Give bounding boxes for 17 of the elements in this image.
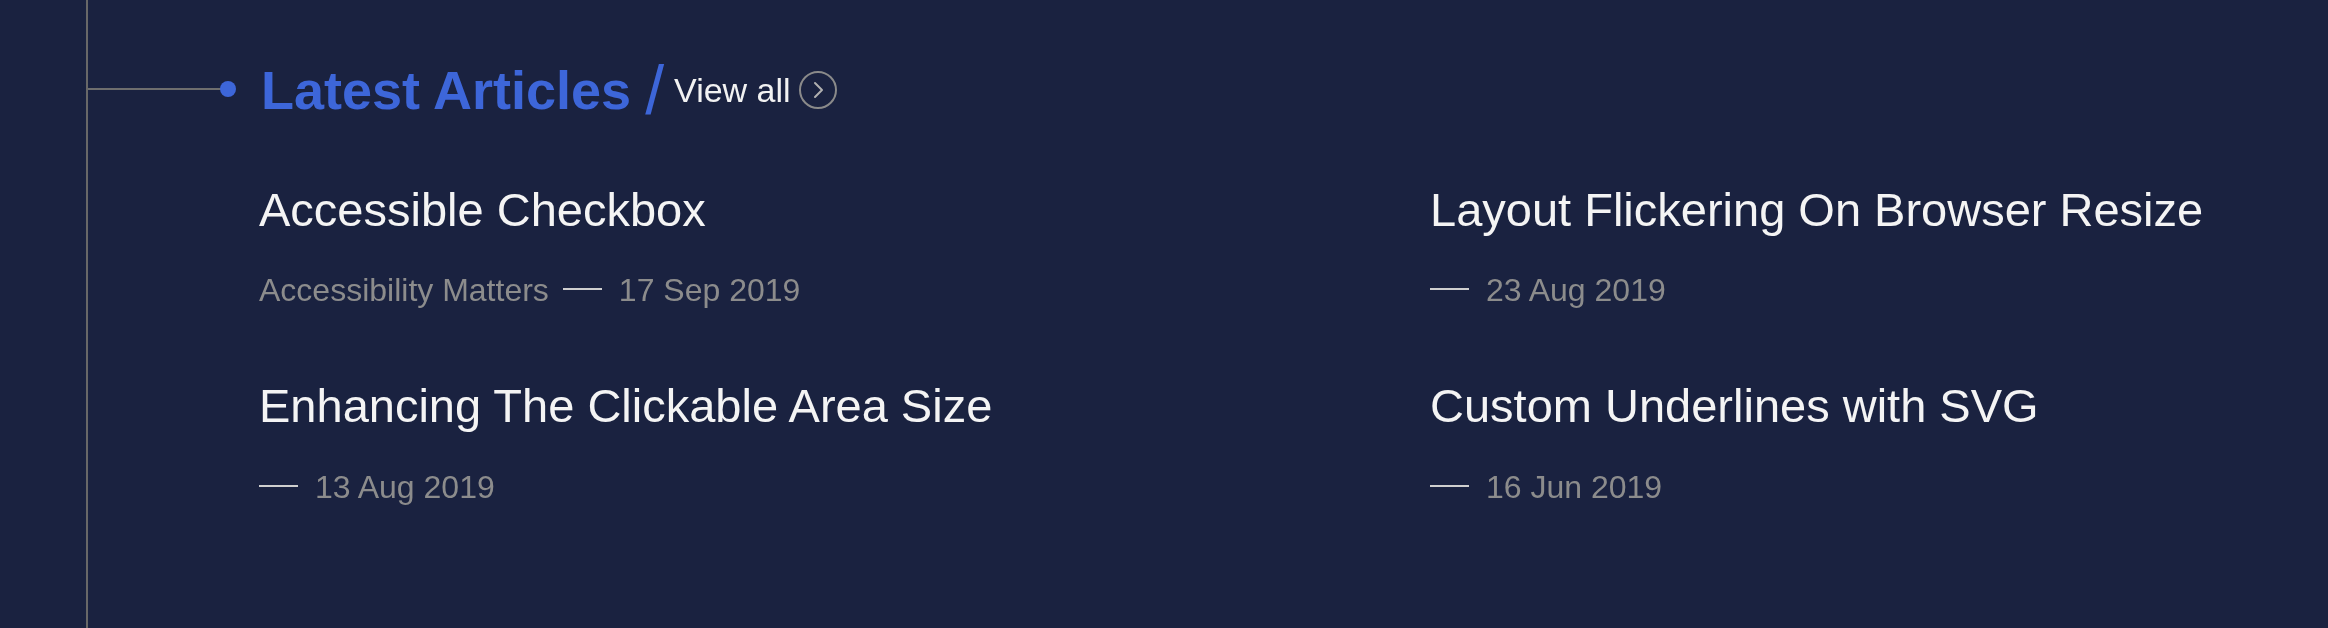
article-title-link[interactable]: Custom Underlines with SVG — [1430, 378, 2039, 435]
article-date: 23 Aug 2019 — [1486, 271, 1666, 310]
meta-dash — [1430, 288, 1469, 291]
category-link[interactable]: Accessibility Matters — [259, 271, 549, 310]
article-date: 13 Aug 2019 — [315, 467, 495, 506]
slash-separator: / — [645, 56, 665, 124]
section-title: Latest Articles — [261, 63, 632, 117]
meta-dash — [562, 288, 602, 291]
meta-dash — [1430, 484, 1469, 487]
article-date: 16 Jun 2019 — [1486, 467, 1663, 506]
chevron-right-circle-icon — [798, 71, 837, 109]
meta-dash — [259, 484, 298, 487]
article-title-link[interactable]: Enhancing The Clickable Area Size — [259, 378, 993, 435]
article-date: 17 Sep 2019 — [618, 271, 801, 310]
article-title-link[interactable]: Accessible Checkbox — [259, 182, 706, 239]
article-title-link[interactable]: Layout Flickering On Browser Resize — [1430, 182, 2204, 239]
view-all-link[interactable]: View all — [674, 71, 837, 109]
